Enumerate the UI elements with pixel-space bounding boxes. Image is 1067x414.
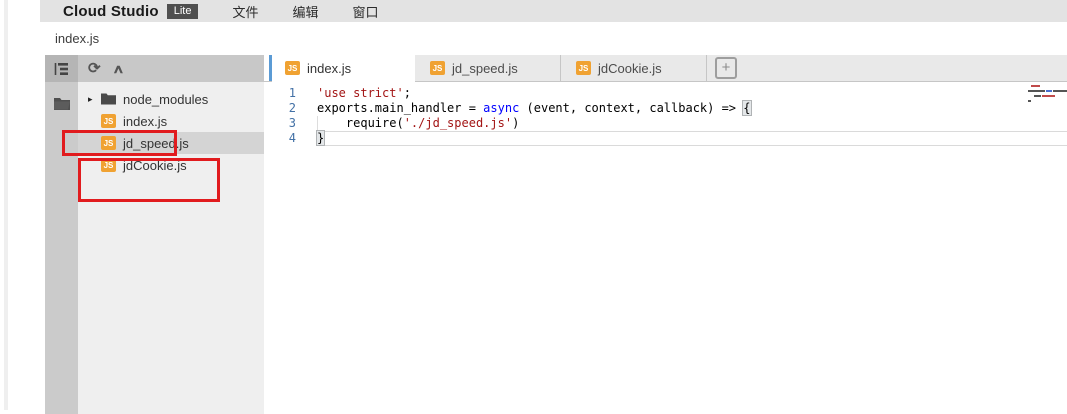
tree-outline-icon [54,62,70,76]
editor-pane: JS index.js JS jd_speed.js JS jdCookie.j… [264,55,1067,414]
activity-bar [45,55,78,414]
js-file-icon: JS [576,61,591,75]
code-line-current: 4 } [264,131,1067,146]
js-file-icon: JS [285,61,300,75]
lite-badge: Lite [167,4,199,19]
js-file-icon: JS [430,61,445,75]
tree-item-label: node_modules [123,92,208,107]
expand-arrow-icon[interactable]: ▸ [88,94,101,105]
page-scrollbar[interactable] [4,0,8,410]
folder-view-button[interactable] [45,88,78,118]
menubar: Cloud Studio Lite 文件 编辑 窗口 [40,0,1067,22]
line-number: 2 [264,101,304,116]
new-tab-button[interactable]: + [715,57,737,79]
tree-item-label: index.js [123,114,167,129]
code-line: 3 require('./jd_speed.js') [264,116,1067,131]
code-editor[interactable]: 1 'use strict'; 2 exports.main_handler =… [264,82,1067,414]
collapse-all-icon[interactable]: ∧ [112,63,124,75]
js-file-icon: JS [101,114,116,128]
tab-label: index.js [307,61,351,76]
menu-file[interactable]: 文件 [232,2,258,21]
breadcrumb-filename: index.js [55,31,99,46]
tab-index-js[interactable]: JS index.js [269,55,415,81]
code-line: 2 exports.main_handler = async (event, c… [264,101,1067,116]
tab-bar: JS index.js JS jd_speed.js JS jdCookie.j… [264,55,1067,82]
file-explorer: ⟳ ∧ ▸ node_modules JS index.js JS jd_spe… [78,55,264,414]
menu-edit[interactable]: 编辑 [292,2,318,21]
breadcrumb: index.js [40,22,1067,55]
matched-bracket: { [743,101,750,115]
matched-bracket: } [317,131,324,145]
annotation-box-jd-speed [62,130,177,156]
explorer-view-button[interactable] [45,55,78,82]
tree-item-index-js[interactable]: JS index.js [78,110,264,132]
annotation-box-jdcookie [78,158,220,202]
line-number: 3 [264,116,304,131]
tab-label: jdCookie.js [598,61,662,76]
code-line: 1 'use strict'; [264,86,1067,101]
tab-jdcookie-js[interactable]: JS jdCookie.js [561,55,707,81]
tab-label: jd_speed.js [452,61,518,76]
minimap[interactable] [1027,85,1067,107]
open-folder-icon [53,96,71,110]
tab-jd-speed-js[interactable]: JS jd_speed.js [415,55,561,81]
menu-window[interactable]: 窗口 [353,2,379,21]
line-number: 1 [264,86,304,101]
explorer-toolbar: ⟳ ∧ [78,55,264,82]
app-brand: Cloud Studio [63,3,159,20]
tree-item-node-modules[interactable]: ▸ node_modules [78,88,264,110]
line-number: 4 [264,131,304,146]
folder-icon [101,92,116,106]
refresh-icon[interactable]: ⟳ [88,61,101,76]
